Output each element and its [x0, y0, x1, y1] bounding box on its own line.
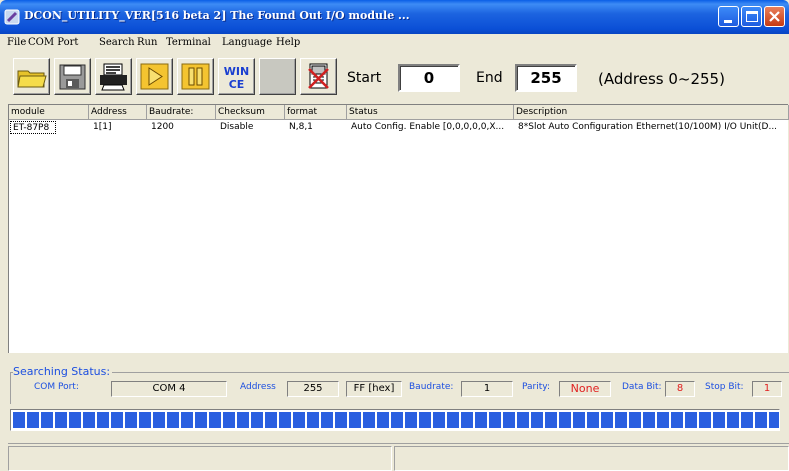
blank-icon	[262, 61, 293, 92]
minimize-button[interactable]	[718, 6, 739, 27]
com-port-label: COM Port:	[34, 382, 79, 392]
data-bit-label: Data Bit:	[622, 382, 662, 392]
column-header-address[interactable]: Address	[89, 105, 147, 120]
maximize-button[interactable]	[741, 6, 762, 27]
menu-run[interactable]: Run	[137, 37, 157, 48]
column-header-status[interactable]: Status	[347, 105, 514, 120]
module-list[interactable]: module Address Baudrate: Checksum format…	[8, 104, 789, 353]
menu-com-port[interactable]: COM Port	[28, 37, 78, 48]
parity-label: Parity:	[522, 382, 550, 392]
stop-bit-value: 1	[752, 381, 782, 397]
cell-status: Auto Config. Enable [0,0,0,0,0,X...	[351, 122, 505, 132]
wince-button[interactable]: WIN CE	[218, 58, 255, 95]
save-disk-icon	[59, 64, 86, 90]
searching-status-legend: Searching Status:	[13, 365, 113, 378]
maximize-icon	[746, 11, 758, 22]
status-bar-panel-left	[8, 446, 392, 471]
search-progress-bar	[10, 409, 780, 431]
menu-help[interactable]: Help	[276, 37, 300, 48]
cell-description: 8*Slot Auto Configuration Ethernet(10/10…	[518, 122, 778, 132]
stop-module-icon	[308, 63, 329, 89]
column-header-baudrate[interactable]: Baudrate:	[147, 105, 216, 120]
parity-value: None	[559, 381, 611, 397]
save-button[interactable]	[54, 58, 91, 95]
main-window: DCON_UTILITY_VER[516 beta 2] The Found O…	[0, 0, 789, 471]
data-bit-value: 8	[665, 381, 695, 397]
menu-language[interactable]: Language	[222, 37, 272, 48]
com-port-value: COM 4	[111, 381, 227, 397]
menu-file[interactable]: File	[7, 37, 26, 48]
svg-text:CE: CE	[229, 78, 245, 91]
status-bar-panel-right	[394, 446, 789, 471]
address-label: Address	[240, 382, 276, 392]
end-address-input[interactable]: 255	[515, 64, 577, 92]
run-button[interactable]	[136, 58, 173, 95]
search-progress-fill	[13, 412, 779, 428]
window-title: DCON_UTILITY_VER[516 beta 2] The Found O…	[24, 9, 410, 22]
stop-bit-label: Stop Bit:	[705, 382, 744, 392]
play-icon	[140, 63, 169, 90]
column-header-module[interactable]: module	[9, 105, 89, 120]
stop-module-button[interactable]	[300, 58, 337, 95]
start-address-input[interactable]: 0	[398, 64, 460, 92]
cell-address: 1[1]	[93, 122, 112, 132]
address-hex-value: FF [hex]	[346, 381, 402, 397]
cell-baudrate: 1200	[151, 122, 174, 132]
open-folder-icon	[17, 70, 47, 88]
start-label: Start	[347, 70, 382, 86]
app-icon	[4, 9, 20, 25]
wince-icon: WIN CE	[224, 65, 249, 91]
minimize-icon	[724, 20, 732, 23]
address-value: 255	[287, 381, 339, 397]
svg-text:WIN: WIN	[224, 65, 249, 78]
address-range-text: (Address 0~255)	[598, 70, 725, 88]
close-button[interactable]	[764, 6, 785, 27]
baudrate-label: Baudrate:	[409, 382, 454, 392]
pause-button[interactable]	[177, 58, 214, 95]
print-button[interactable]	[95, 58, 132, 95]
disabled-toolbar-button[interactable]	[259, 58, 296, 95]
menu-bar: File COM Port Search Run Terminal Langua…	[0, 34, 789, 52]
end-label: End	[476, 70, 503, 86]
cell-format: N,8,1	[289, 122, 313, 132]
open-button[interactable]	[13, 58, 50, 95]
column-header-description[interactable]: Description	[514, 105, 789, 120]
column-header-format[interactable]: format	[285, 105, 347, 120]
close-icon	[769, 11, 780, 22]
pause-icon	[181, 63, 210, 90]
cell-checksum: Disable	[220, 122, 254, 132]
cell-module[interactable]: ET-87P8	[10, 121, 56, 134]
menu-terminal[interactable]: Terminal	[166, 37, 211, 48]
print-icon	[100, 63, 127, 91]
baudrate-value: 1	[461, 381, 513, 397]
column-header-checksum[interactable]: Checksum	[216, 105, 285, 120]
menu-search[interactable]: Search	[99, 37, 135, 48]
title-bar[interactable]: DCON_UTILITY_VER[516 beta 2] The Found O…	[0, 0, 789, 34]
